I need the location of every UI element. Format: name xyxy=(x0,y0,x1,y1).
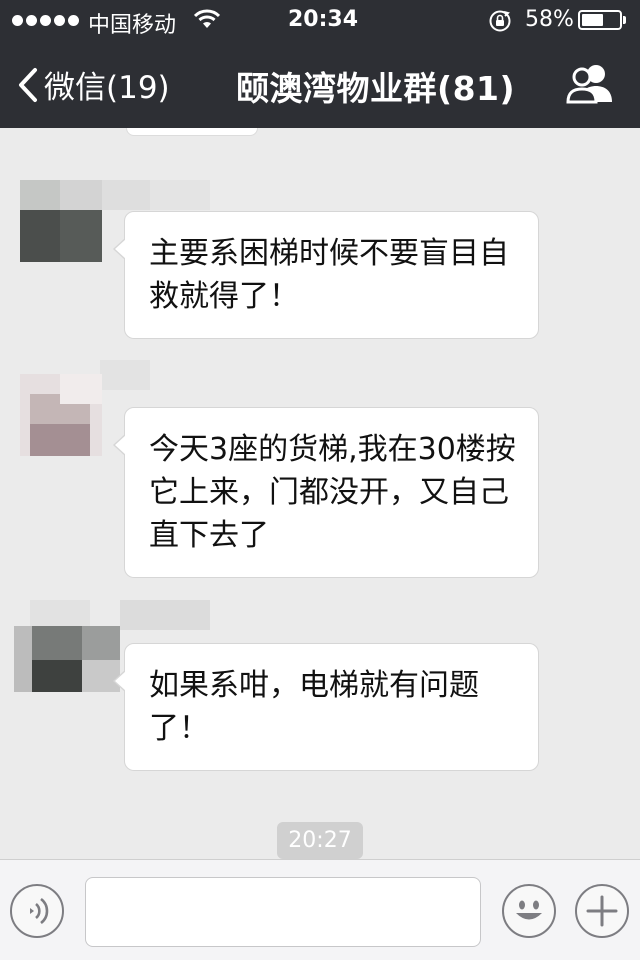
avatar[interactable] xyxy=(14,626,120,692)
battery-nub xyxy=(623,16,626,24)
page-title: 颐澳湾物业群(81) xyxy=(236,69,516,108)
group-members-icon[interactable] xyxy=(566,62,614,110)
message-bubble[interactable]: 主要系困梯时候不要盲目自救就得了！ xyxy=(113,211,539,339)
wifi-icon xyxy=(193,8,221,36)
rotation-lock-icon xyxy=(488,9,512,39)
avatar[interactable] xyxy=(20,374,102,456)
plus-icon xyxy=(586,895,618,927)
avatar[interactable] xyxy=(20,180,102,262)
status-time: 20:34 xyxy=(288,7,359,32)
emoji-button[interactable] xyxy=(502,884,556,938)
top-bar: 中国移动 20:34 58% 微信(19) 颐澳湾物业群(81) xyxy=(0,0,640,128)
battery-icon xyxy=(578,10,622,30)
input-bar xyxy=(0,859,640,960)
message-bubble[interactable]: 今天3座的货梯,我在30楼按它上来，门都没开，又自己直下去了 xyxy=(113,407,539,578)
sender-name-redacted xyxy=(100,360,180,390)
message-timestamp: 20:27 xyxy=(277,822,363,859)
voice-icon xyxy=(30,897,49,925)
status-bar: 中国移动 20:34 58% xyxy=(0,0,640,40)
back-label: 微信(19) xyxy=(44,70,170,106)
voice-button[interactable] xyxy=(10,884,64,938)
previous-message-bubble xyxy=(126,128,258,136)
back-button[interactable]: 微信(19) xyxy=(18,62,170,107)
chevron-left-icon xyxy=(19,67,37,102)
emoji-icon xyxy=(516,900,542,920)
more-button[interactable] xyxy=(575,884,629,938)
message-bubble[interactable]: 如果系咁，电梯就有问题了！ xyxy=(113,643,539,771)
battery-percent: 58% xyxy=(525,7,574,32)
nav-bar: 微信(19) 颐澳湾物业群(81) xyxy=(0,40,640,128)
carrier-name: 中国移动 xyxy=(88,13,177,38)
signal-strength-icon xyxy=(12,15,79,26)
chat-area[interactable]: 主要系困梯时候不要盲目自救就得了！ 今天3座的货梯,我在30楼按它上来，门都没开… xyxy=(0,128,640,859)
message-input[interactable] xyxy=(85,877,481,947)
